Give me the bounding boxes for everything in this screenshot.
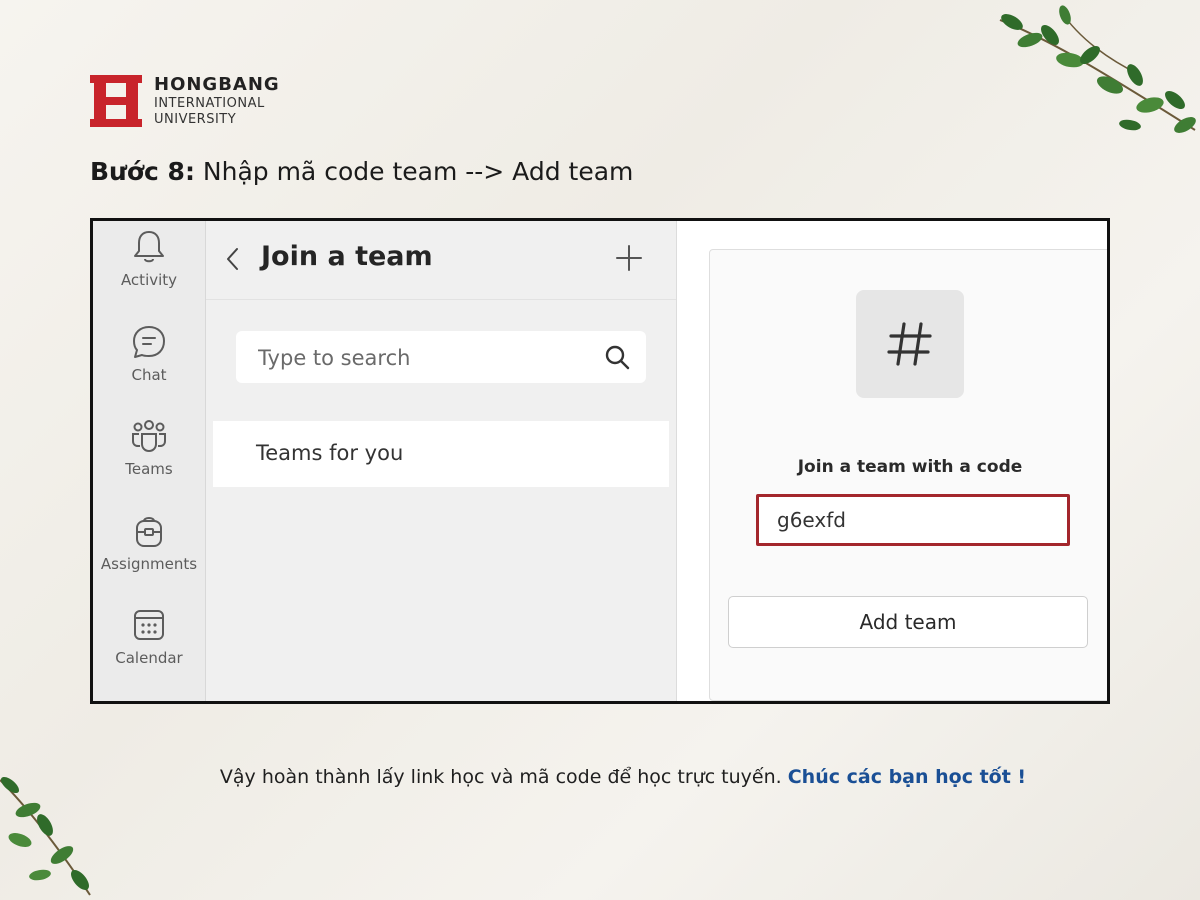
bell-icon: [134, 231, 164, 263]
rail-item-label: Assignments: [100, 555, 198, 573]
app-rail: Activity Chat Teams Assignments Calendar: [93, 221, 206, 701]
rail-item-label: Activity: [120, 271, 178, 289]
hongbang-logo-icon: [90, 75, 142, 127]
step-heading: Bước 8: Nhập mã code team --> Add team: [90, 157, 633, 186]
footer-note: Vậy hoàn thành lấy link học và mã code đ…: [0, 766, 1200, 788]
calendar-icon: [134, 610, 164, 640]
teams-screenshot: Activity Chat Teams Assignments Calendar…: [90, 218, 1110, 704]
leaf-decoration-icon: [999, 5, 1196, 133]
assignments-icon: [136, 517, 162, 547]
back-chevron-icon[interactable]: [224, 245, 242, 273]
join-code-label: Join a team with a code: [797, 457, 1023, 477]
plus-icon[interactable]: [614, 243, 644, 273]
join-team-pane: Join a team Teams for you: [206, 221, 677, 701]
footer-text: Vậy hoàn thành lấy link học và mã code đ…: [219, 766, 788, 788]
search-input[interactable]: [256, 343, 590, 373]
footer-highlight: Chúc các bạn học tốt !: [787, 766, 1027, 788]
page-title: Join a team: [261, 241, 433, 272]
logo-name: HONGBANG: [154, 74, 280, 95]
logo-subtitle: INTERNATIONAL: [154, 96, 265, 111]
team-code-input[interactable]: [756, 494, 1070, 546]
detail-pane: Join a team with a code Add team: [677, 221, 1107, 701]
rail-item-chat[interactable]: Chat: [93, 324, 205, 384]
search-icon[interactable]: [604, 344, 630, 370]
leaf-decoration-icon: [0, 776, 91, 896]
rail-item-label: Chat: [131, 366, 167, 384]
logo-text: HONGBANG INTERNATIONAL UNIVERSITY: [154, 74, 280, 127]
rail-item-assignments[interactable]: Assignments: [93, 513, 205, 573]
rail-item-calendar[interactable]: Calendar: [93, 607, 205, 667]
teams-icon: [132, 420, 166, 453]
rail-item-label: Calendar: [115, 649, 183, 667]
rail-item-teams[interactable]: Teams: [93, 418, 205, 478]
step-label: Bước 8:: [90, 157, 195, 186]
step-text: Nhập mã code team --> Add team: [194, 157, 634, 186]
teams-for-you-item[interactable]: Teams for you: [213, 421, 669, 487]
hash-tile: [856, 290, 964, 398]
pane-header: Join a team: [206, 221, 676, 300]
hashtag-icon: [887, 322, 932, 366]
add-team-button[interactable]: Add team: [728, 596, 1088, 648]
join-code-card: Join a team with a code Add team: [709, 249, 1107, 701]
teams-for-you-label: Teams for you: [256, 441, 404, 465]
chat-icon: [133, 326, 165, 358]
search-box: [236, 331, 646, 383]
university-logo: HONGBANG INTERNATIONAL UNIVERSITY: [90, 75, 280, 127]
logo-subtitle-2: UNIVERSITY: [154, 112, 237, 127]
rail-item-activity[interactable]: Activity: [93, 229, 205, 289]
rail-item-label: Teams: [125, 460, 173, 478]
